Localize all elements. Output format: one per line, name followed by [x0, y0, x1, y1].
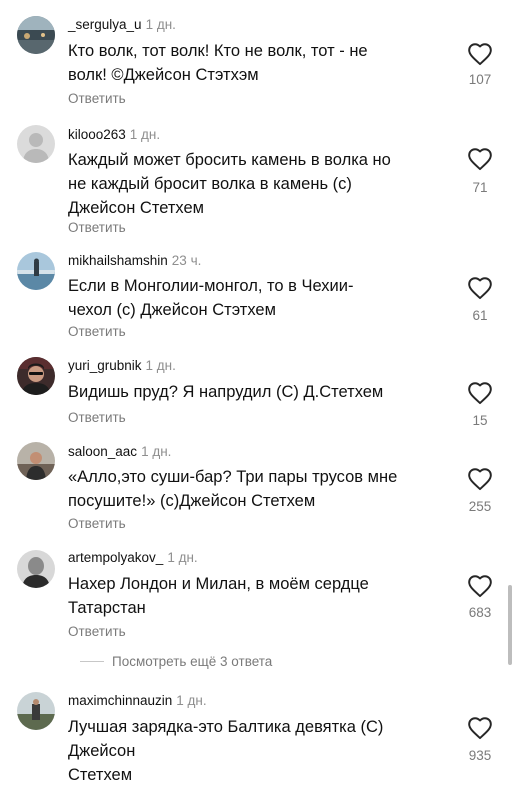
- like-count: 15: [472, 413, 488, 428]
- heart-outline-icon[interactable]: [467, 381, 493, 405]
- username[interactable]: mikhailshamshin: [68, 253, 168, 268]
- comment-text-line: посушите!» (с)Джейсон Стетхем: [68, 492, 316, 510]
- comment-text-line: волк! ©Джейсон Стэтхэм: [68, 66, 259, 84]
- view-more-replies-label: Посмотреть ещё 3 ответа: [112, 654, 273, 669]
- comment-text-line: Кто волк, тот волк! Кто не волк, тот - н…: [68, 42, 368, 60]
- like-count: 71: [472, 180, 488, 195]
- comment-text-line: Нахер Лондон и Милан, в моём сердце: [68, 575, 369, 593]
- comment-text-line: «Алло,это суши-бар? Три пары трусов мне: [68, 468, 398, 486]
- heart-outline-icon[interactable]: [467, 574, 493, 598]
- comment-time: 1 дн.: [141, 444, 172, 459]
- avatar[interactable]: [17, 550, 55, 588]
- reply-button[interactable]: Ответить: [68, 624, 126, 639]
- comment-meta: artempolyakov_ 1 дн.: [68, 550, 198, 565]
- like-count: 61: [472, 308, 488, 323]
- comment-item: maximchinnauzin 1 дн. Лучшая зарядка-это …: [0, 684, 516, 800]
- heart-outline-icon[interactable]: [467, 467, 493, 491]
- comment-time: 1 дн.: [145, 358, 176, 373]
- comment-meta: _sergulya_u 1 дн.: [68, 17, 176, 32]
- comment-item: _sergulya_u 1 дн. Кто волк, тот волк! Кто…: [0, 0, 516, 120]
- comment-text: Нахер Лондон и Милан, в моём сердце Тата…: [68, 572, 440, 620]
- comment-item: kilooo263 1 дн. Каждый может бросить каме…: [0, 120, 516, 250]
- reply-button[interactable]: Ответить: [68, 220, 126, 235]
- like-count: 683: [468, 605, 492, 620]
- comment-text: «Алло,это суши-бар? Три пары трусов мне …: [68, 465, 440, 513]
- username[interactable]: saloon_aac: [68, 444, 137, 459]
- view-more-replies-button[interactable]: Посмотреть ещё 3 ответа: [80, 654, 272, 669]
- avatar[interactable]: [17, 692, 55, 730]
- comment-time: 23 ч.: [171, 253, 202, 268]
- comment-text: Кто волк, тот волк! Кто не волк, тот - н…: [68, 39, 440, 87]
- comment-item: yuri_grubnik 1 дн. Видишь пруд? Я напруди…: [0, 350, 516, 440]
- comment-meta: maximchinnauzin 1 дн.: [68, 693, 207, 708]
- comment-text-line: Видишь пруд? Я напрудил (С) Д.Стетхем: [68, 383, 384, 401]
- comment-text-line: Джейсон: [68, 742, 136, 760]
- like-count: 255: [468, 499, 492, 514]
- comment-meta: yuri_grubnik 1 дн.: [68, 358, 176, 373]
- comment-time: 1 дн.: [145, 17, 176, 32]
- heart-outline-icon[interactable]: [467, 276, 493, 300]
- comment-text-line: Если в Монголии-монгол, то в Чехии-: [68, 277, 354, 295]
- like-count: 935: [468, 748, 492, 763]
- comment-text: Видишь пруд? Я напрудил (С) Д.Стетхем: [68, 380, 440, 404]
- comment-text: Каждый может бросить камень в волка но н…: [68, 148, 440, 220]
- username[interactable]: yuri_grubnik: [68, 358, 142, 373]
- scrollbar[interactable]: [508, 585, 512, 665]
- comment-time: 1 дн.: [129, 127, 161, 142]
- comment-text-line: не каждый бросит волка в камень (с): [68, 175, 352, 193]
- reply-button[interactable]: Ответить: [68, 516, 126, 531]
- reply-button[interactable]: Ответить: [68, 91, 126, 106]
- avatar[interactable]: [17, 125, 55, 163]
- comment-text-line: Лучшая зарядка-это Балтика девятка (С): [68, 718, 384, 736]
- like-count: 107: [468, 72, 492, 87]
- username[interactable]: artempolyakov_: [68, 550, 163, 565]
- comment-text-line: Каждый может бросить камень в волка но: [68, 151, 391, 169]
- comment-meta: kilooo263 1 дн.: [68, 127, 160, 142]
- username[interactable]: kilooo263: [68, 127, 126, 142]
- comment-meta: mikhailshamshin 23 ч.: [68, 253, 201, 268]
- divider: [80, 661, 104, 662]
- comment-item: saloon_aac 1 дн. «Алло,это суши-бар? Три …: [0, 440, 516, 540]
- comment-text-line: чехол (с) Джейсон Стэтхем: [68, 301, 276, 319]
- reply-button[interactable]: Ответить: [68, 324, 126, 339]
- comment-time: 1 дн.: [176, 693, 207, 708]
- reply-button[interactable]: Ответить: [68, 410, 126, 425]
- comment-text-line: Стетхем: [68, 766, 133, 784]
- comment-item: artempolyakov_ 1 дн. Нахер Лондон и Милан…: [0, 540, 516, 644]
- comment-text: Если в Монголии-монгол, то в Чехии- чехо…: [68, 274, 440, 322]
- comment-text: Лучшая зарядка-это Балтика девятка (С) Д…: [68, 715, 440, 787]
- avatar[interactable]: [17, 252, 55, 290]
- comment-item: mikhailshamshin 23 ч. Если в Монголии-мон…: [0, 250, 516, 350]
- avatar[interactable]: [17, 442, 55, 480]
- comment-time: 1 дн.: [167, 550, 198, 565]
- avatar[interactable]: [17, 16, 55, 54]
- comment-text-line: Татарстан: [68, 599, 146, 617]
- avatar[interactable]: [17, 357, 55, 395]
- heart-outline-icon[interactable]: [467, 716, 493, 740]
- username[interactable]: _sergulya_u: [68, 17, 142, 32]
- comment-meta: saloon_aac 1 дн.: [68, 444, 171, 459]
- username[interactable]: maximchinnauzin: [68, 693, 172, 708]
- comment-text-line: Джейсон Стетхем: [68, 199, 204, 217]
- heart-outline-icon[interactable]: [467, 147, 493, 171]
- heart-outline-icon[interactable]: [467, 42, 493, 66]
